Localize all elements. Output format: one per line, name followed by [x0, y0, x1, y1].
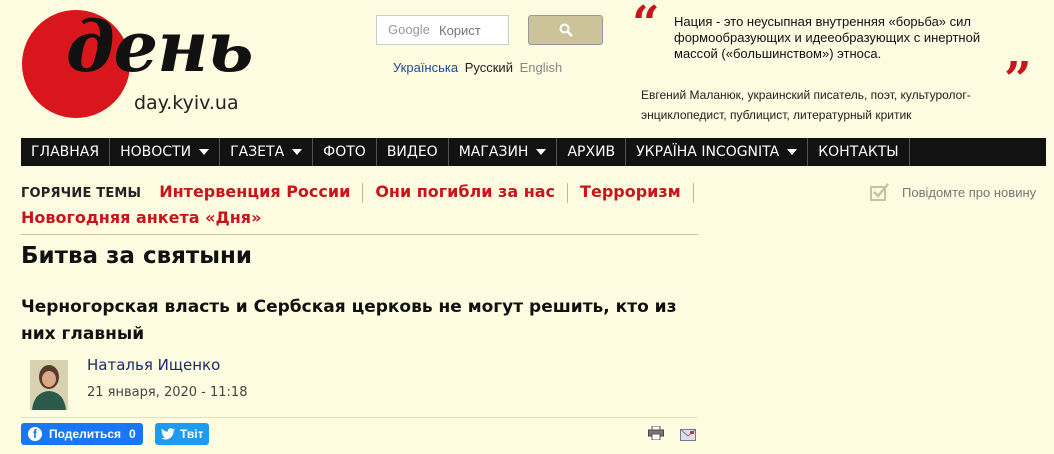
- nav-item-archive[interactable]: АРХИВ: [557, 138, 627, 166]
- article-date: 21 января, 2020 - 11:18: [87, 385, 248, 400]
- envelope-icon: [680, 429, 696, 441]
- hot-topic-link[interactable]: Терроризм: [580, 182, 681, 201]
- language-switcher: Українська Русский English: [393, 60, 565, 75]
- lang-ru-current: Русский: [464, 60, 513, 75]
- nav-item-newspaper[interactable]: ГАЗЕТА: [220, 138, 314, 166]
- site-logo[interactable]: день day.kyiv.ua: [22, 10, 262, 120]
- nav-item-shop[interactable]: МАГАЗИН: [449, 138, 558, 166]
- facebook-share-count: 0: [129, 427, 136, 441]
- google-watermark: Google: [388, 22, 430, 37]
- quote-close-icon: ”: [1004, 52, 1032, 108]
- nav-item-contacts[interactable]: КОНТАКТЫ: [808, 138, 910, 166]
- quote-author: Евгений Маланюк, украинский писатель, по…: [641, 88, 971, 122]
- quote-text: Нация - это неусыпная внутренняя «борьба…: [674, 14, 981, 61]
- twitter-bird-icon: [161, 428, 175, 440]
- report-news-label: Повідомте про новину: [902, 184, 1037, 200]
- facebook-share-label: Поделиться: [49, 427, 122, 441]
- article-subtitle: Черногорская власть и Сербская церковь н…: [21, 297, 677, 344]
- print-button[interactable]: [648, 425, 664, 444]
- logo-site-url: day.kyiv.ua: [134, 92, 239, 114]
- main-nav: ГЛАВНАЯ НОВОСТИ ГАЗЕТА ФОТО ВИДЕО МАГАЗИ…: [21, 138, 1046, 166]
- search-form: Google: [376, 15, 604, 45]
- facebook-icon: f: [28, 427, 42, 441]
- checkbox-check-icon: [870, 183, 889, 201]
- caret-down-icon: [536, 149, 547, 155]
- nav-item-video[interactable]: ВИДЕО: [377, 138, 449, 166]
- search-button[interactable]: [528, 15, 603, 45]
- caret-down-icon: [292, 149, 303, 155]
- author-avatar[interactable]: [30, 360, 68, 410]
- printer-icon: [648, 425, 664, 441]
- hot-topic-link[interactable]: Интервенция России: [159, 182, 350, 201]
- quote-open-icon: “: [632, 0, 660, 52]
- caret-down-icon: [787, 149, 798, 155]
- divider: [21, 234, 698, 235]
- hot-topics-label: ГОРЯЧИЕ ТЕМЫ: [21, 186, 142, 201]
- logo-word: день: [66, 5, 253, 88]
- divider: [567, 182, 569, 203]
- nav-item-home[interactable]: ГЛАВНАЯ: [21, 138, 111, 166]
- caret-down-icon: [199, 149, 210, 155]
- author-photo: [30, 360, 68, 410]
- twitter-share-label: Твіт: [180, 427, 204, 441]
- lang-ua-link[interactable]: Українська: [393, 60, 458, 75]
- report-news-link[interactable]: Повідомте про новину: [870, 183, 1036, 201]
- lang-en-link[interactable]: English: [520, 60, 563, 75]
- nav-item-photo[interactable]: ФОТО: [313, 138, 377, 166]
- hot-topic-link[interactable]: Они погибли за нас: [375, 182, 555, 201]
- hot-topics: ГОРЯЧИЕ ТЕМЫ Интервенция России Они погибл…: [21, 180, 801, 230]
- article-title: Битва за святыни: [21, 243, 253, 269]
- nav-item-ukraine-incognita[interactable]: УКРАЇНА INCOGNITA: [626, 138, 809, 166]
- divider: [362, 182, 364, 203]
- divider: [692, 182, 694, 203]
- divider: [21, 417, 698, 418]
- author-link[interactable]: Наталья Ищенко: [87, 356, 220, 374]
- hot-topic-link[interactable]: Новогодняя анкета «Дня»: [21, 208, 261, 227]
- search-icon: [559, 23, 573, 37]
- twitter-share-button[interactable]: Твіт: [155, 423, 209, 445]
- facebook-share-button[interactable]: f Поделиться 0: [21, 423, 143, 445]
- email-button[interactable]: [680, 426, 696, 445]
- nav-item-news[interactable]: НОВОСТИ: [110, 138, 221, 166]
